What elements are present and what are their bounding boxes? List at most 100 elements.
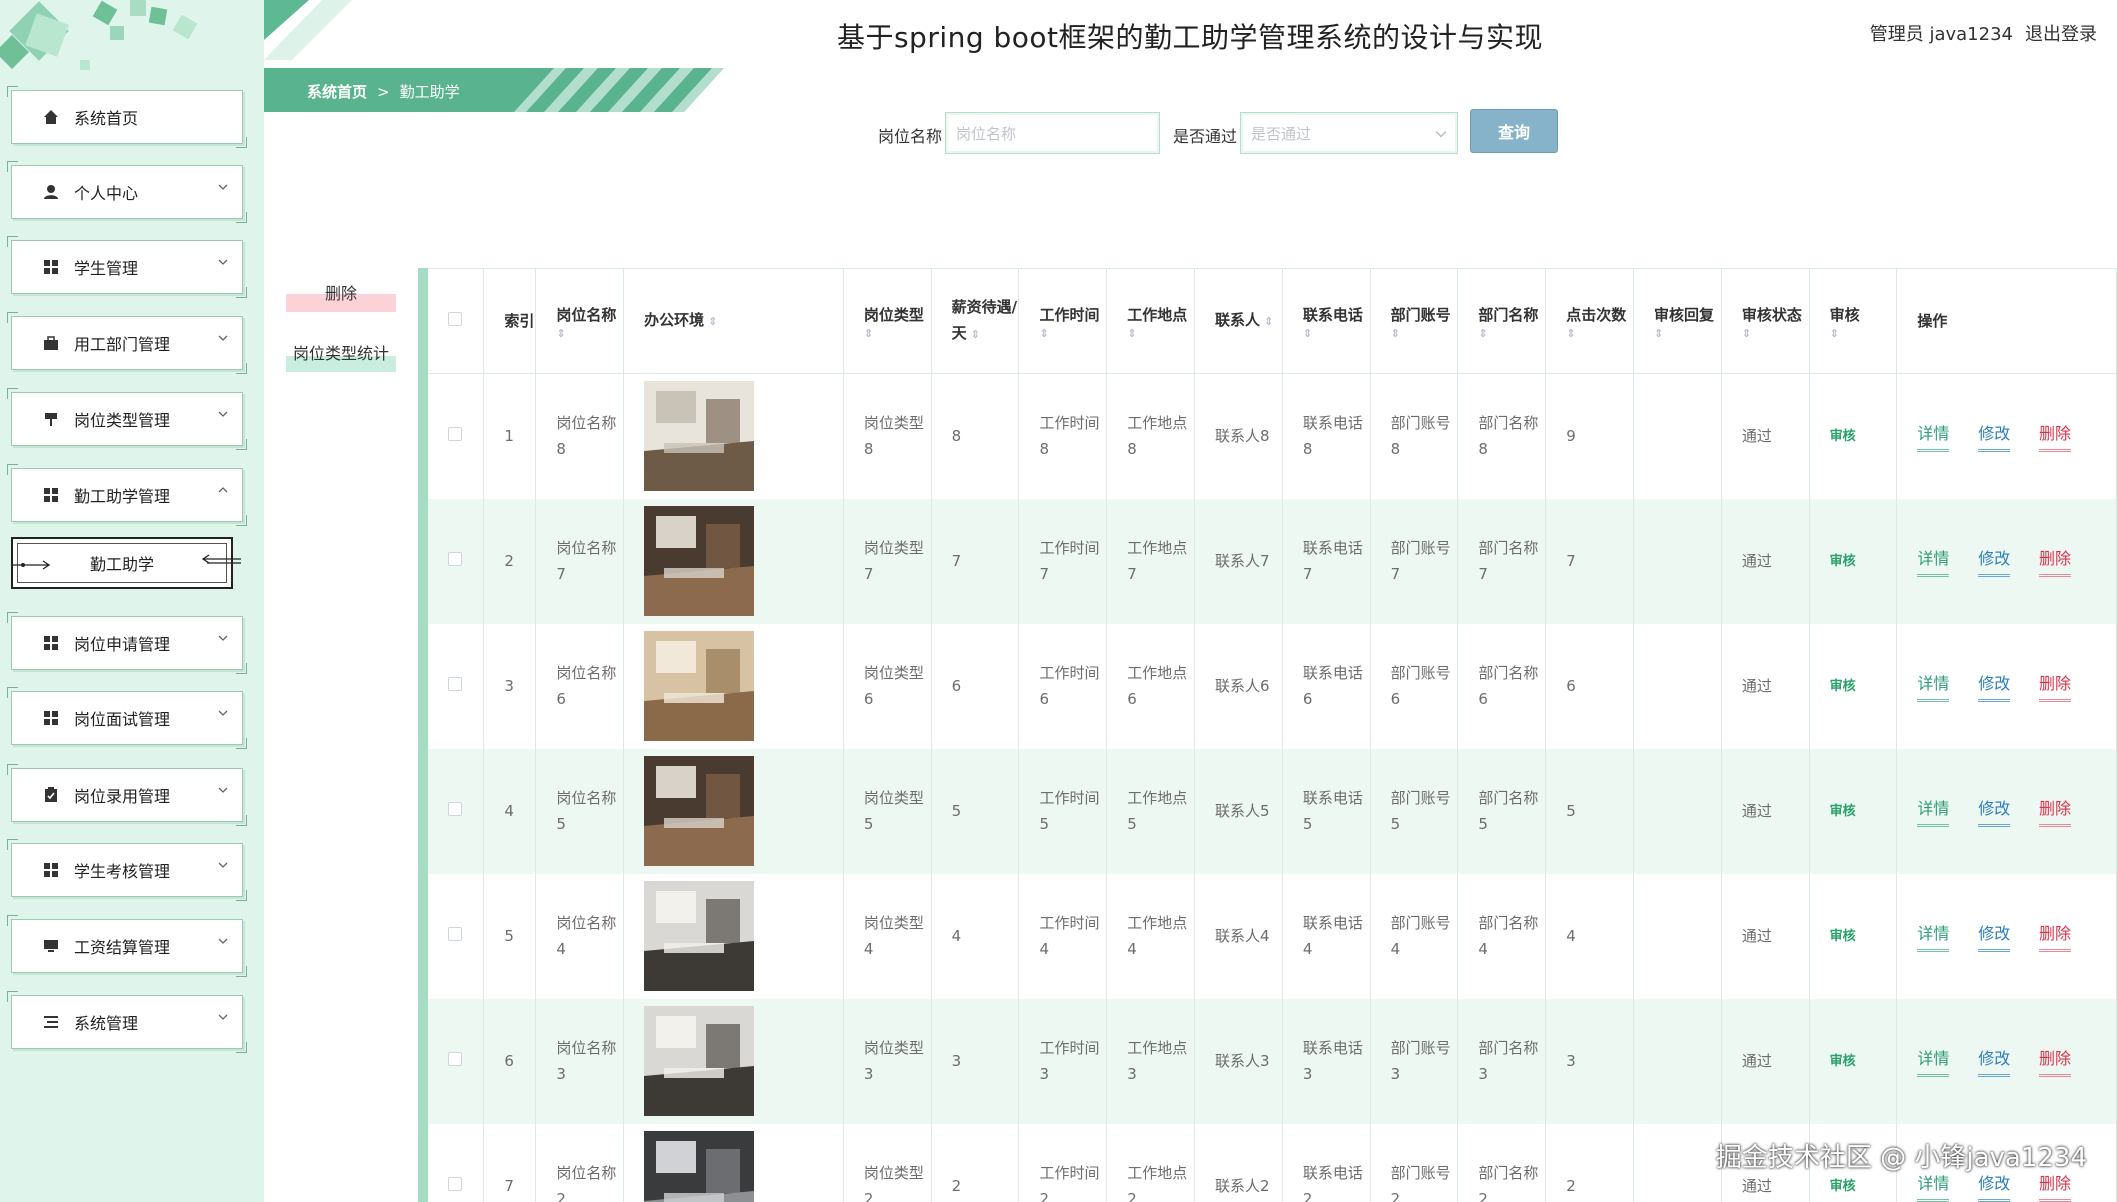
sort-icon[interactable]: ⇕ [971, 328, 980, 341]
sort-icon[interactable]: ⇕ [1742, 328, 1809, 340]
office-photo[interactable] [644, 881, 755, 991]
select-all-checkbox-cell[interactable] [428, 268, 485, 374]
detail-button[interactable]: 详情 [1917, 546, 1950, 577]
header-type[interactable]: 岗位类型 ⇕ [843, 268, 932, 374]
header-reply[interactable]: 审核回复 ⇕ [1633, 268, 1722, 374]
row-checkbox[interactable] [448, 427, 462, 442]
row-checkbox-cell[interactable] [428, 498, 485, 624]
header-index[interactable]: 索引 [483, 268, 537, 374]
delete-button[interactable]: 删除 [2039, 546, 2072, 577]
office-photo[interactable] [644, 506, 755, 616]
delete-button[interactable]: 删除 [2039, 1046, 2072, 1077]
header-dept-account[interactable]: 部门账号 ⇕ [1370, 268, 1459, 374]
sort-icon[interactable]: ⇕ [1303, 328, 1370, 340]
sidebar-subitem-work-study[interactable]: 勤工助学 [11, 537, 241, 589]
sidebar-item-student-assessment[interactable]: 学生考核管理 [7, 839, 247, 901]
edit-button[interactable]: 修改 [1978, 421, 2011, 452]
sort-icon[interactable]: ⇕ [708, 315, 717, 328]
header-dept-name[interactable]: 部门名称 ⇕ [1457, 268, 1547, 374]
sidebar-item-position-application[interactable]: 岗位申请管理 [7, 612, 247, 674]
detail-button[interactable]: 详情 [1917, 921, 1950, 952]
edit-button[interactable]: 修改 [1978, 1046, 2011, 1077]
sort-icon[interactable]: ⇕ [1264, 315, 1273, 328]
sidebar-item-home[interactable]: 系统首页 [7, 86, 247, 148]
row-checkbox-cell[interactable] [428, 998, 485, 1124]
sort-icon[interactable]: ⇕ [556, 328, 623, 340]
sort-icon[interactable]: ⇕ [1127, 328, 1194, 340]
row-checkbox[interactable] [448, 1177, 462, 1191]
header-work-place[interactable]: 工作地点 ⇕ [1106, 268, 1196, 374]
sort-icon[interactable]: ⇕ [1391, 328, 1458, 340]
approved-select[interactable]: 是否通过 [1240, 112, 1458, 154]
header-contact[interactable]: 联系人 ⇕ [1194, 268, 1283, 374]
breadcrumb-home-link[interactable]: 系统首页 [307, 81, 367, 102]
sort-icon[interactable]: ⇕ [864, 328, 931, 340]
row-checkbox-cell[interactable] [428, 623, 485, 749]
edit-button[interactable]: 修改 [1978, 671, 2011, 702]
select-all-checkbox[interactable] [448, 312, 462, 326]
sidebar-item-students[interactable]: 学生管理 [7, 236, 247, 298]
audit-button[interactable]: 审核 [1830, 1179, 1856, 1194]
sidebar-item-work-study[interactable]: 勤工助学管理 [7, 464, 247, 526]
header-work-time[interactable]: 工作时间 ⇕ [1018, 268, 1108, 374]
sort-icon[interactable]: ⇕ [1830, 328, 1897, 340]
office-photo[interactable] [644, 631, 755, 741]
sidebar-item-system[interactable]: 系统管理 [7, 991, 247, 1053]
edit-button[interactable]: 修改 [1978, 921, 2011, 952]
edit-button[interactable]: 修改 [1978, 546, 2011, 577]
office-photo[interactable] [644, 1006, 755, 1116]
sort-icon[interactable]: ⇕ [1566, 328, 1633, 340]
header-status[interactable]: 审核状态 ⇕ [1721, 268, 1810, 374]
delete-button[interactable]: 删除 [2039, 421, 2072, 452]
row-checkbox-cell[interactable] [428, 373, 485, 499]
detail-button[interactable]: 详情 [1917, 421, 1950, 452]
row-checkbox[interactable] [448, 802, 462, 816]
edit-button[interactable]: 修改 [1978, 796, 2011, 827]
header-salary[interactable]: 薪资待遇/天 ⇕ [931, 268, 1020, 374]
detail-button[interactable]: 详情 [1917, 796, 1950, 827]
detail-button[interactable]: 详情 [1917, 1046, 1950, 1077]
sort-icon[interactable]: ⇕ [1039, 328, 1106, 340]
batch-delete-button[interactable]: 删除 [286, 278, 396, 312]
audit-button[interactable]: 审核 [1830, 929, 1856, 944]
office-photo[interactable] [644, 381, 755, 492]
delete-button[interactable]: 删除 [2039, 1171, 2072, 1202]
row-checkbox-cell[interactable] [428, 873, 485, 999]
sidebar-item-position-types[interactable]: 岗位类型管理 [7, 388, 247, 450]
row-checkbox-cell[interactable] [428, 748, 485, 874]
sidebar-item-position-interview[interactable]: 岗位面试管理 [7, 687, 247, 749]
delete-button[interactable]: 删除 [2039, 921, 2072, 952]
sort-icon[interactable]: ⇕ [1654, 328, 1721, 340]
logout-link[interactable]: 退出登录 [2025, 20, 2097, 46]
sidebar-item-departments[interactable]: 用工部门管理 [7, 312, 247, 374]
office-photo[interactable] [644, 756, 755, 866]
audit-button[interactable]: 审核 [1830, 554, 1856, 569]
sort-icon[interactable]: ⇕ [1478, 328, 1545, 340]
delete-button[interactable]: 删除 [2039, 671, 2072, 702]
row-checkbox[interactable] [448, 1052, 462, 1066]
audit-button[interactable]: 审核 [1830, 1054, 1856, 1069]
position-name-input[interactable]: 岗位名称 [945, 112, 1160, 154]
sidebar-item-salary-settlement[interactable]: 工资结算管理 [7, 915, 247, 977]
row-checkbox[interactable] [448, 552, 462, 566]
search-button[interactable]: 查询 [1470, 109, 1558, 153]
header-name[interactable]: 岗位名称 ⇕ [535, 268, 625, 374]
detail-button[interactable]: 详情 [1917, 1171, 1950, 1202]
header-clicks[interactable]: 点击次数 ⇕ [1545, 268, 1635, 374]
audit-button[interactable]: 审核 [1830, 429, 1856, 444]
header-environment[interactable]: 办公环境 ⇕ [623, 268, 844, 374]
delete-button[interactable]: 删除 [2039, 796, 2072, 827]
header-audit[interactable]: 审核 ⇕ [1809, 268, 1898, 374]
office-photo[interactable] [644, 1131, 755, 1202]
header-phone[interactable]: 联系电话 ⇕ [1282, 268, 1371, 374]
row-checkbox[interactable] [448, 677, 462, 691]
position-type-stats-button[interactable]: 岗位类型统计 [286, 332, 396, 372]
audit-button[interactable]: 审核 [1830, 679, 1856, 694]
row-checkbox[interactable] [448, 927, 462, 941]
detail-button[interactable]: 详情 [1917, 671, 1950, 702]
sidebar-item-position-hiring[interactable]: 岗位录用管理 [7, 764, 247, 826]
audit-button[interactable]: 审核 [1830, 804, 1856, 819]
sidebar-item-personal-center[interactable]: 个人中心 [7, 161, 247, 223]
edit-button[interactable]: 修改 [1978, 1171, 2011, 1202]
row-checkbox-cell[interactable] [428, 1123, 485, 1202]
